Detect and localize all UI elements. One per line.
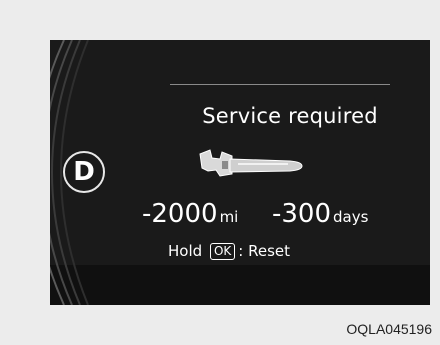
reset-prefix: Hold: [168, 242, 203, 260]
ok-key-icon: OK: [209, 243, 236, 260]
wrench-icon: [199, 149, 303, 177]
figure-code: OQLA045196: [346, 321, 432, 337]
divider-line: [170, 84, 390, 85]
cluster-display: D Service required -2000 mi -300 days Hold…: [50, 40, 430, 305]
reset-instruction: Hold OK: Reset: [168, 242, 290, 260]
time-remaining: -300 days: [272, 199, 368, 229]
distance-value: -2000: [142, 199, 218, 229]
time-value: -300: [272, 199, 332, 229]
page: D Service required -2000 mi -300 days Hold…: [0, 0, 440, 345]
distance-remaining: -2000 mi: [142, 199, 238, 229]
distance-unit: mi: [219, 208, 239, 226]
gear-indicator: D: [63, 151, 105, 193]
service-title: Service required: [202, 104, 378, 128]
reset-suffix: : Reset: [238, 242, 290, 260]
time-unit: days: [333, 208, 369, 226]
